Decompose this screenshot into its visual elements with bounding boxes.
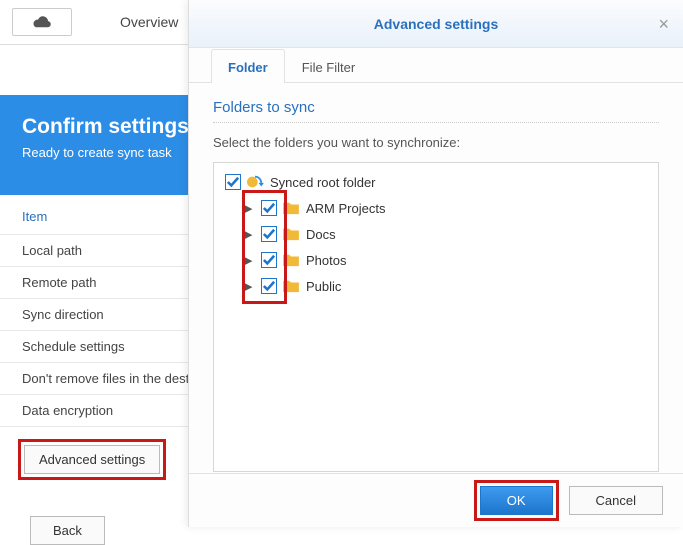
section-title: Folders to sync: [213, 99, 659, 123]
ok-button[interactable]: OK: [480, 486, 553, 515]
tab-file-filter[interactable]: File Filter: [285, 49, 372, 83]
tab-folder[interactable]: Folder: [211, 49, 285, 83]
tree-child-label: ARM Projects: [306, 201, 385, 216]
close-icon[interactable]: ×: [658, 14, 669, 35]
modal-footer: OK Cancel: [189, 473, 683, 527]
tree-child-row[interactable]: ▶ ARM Projects: [218, 195, 654, 221]
checkbox-root[interactable]: [225, 174, 241, 190]
expand-icon[interactable]: ▶: [244, 202, 256, 215]
checkbox[interactable]: [261, 200, 277, 216]
folder-icon: [282, 227, 300, 241]
modal-body: Folders to sync Select the folders you w…: [189, 83, 683, 473]
folder-icon: [282, 279, 300, 293]
expand-icon[interactable]: ▶: [244, 228, 256, 241]
tree-child-row[interactable]: ▶ Docs: [218, 221, 654, 247]
tree-child-row[interactable]: ▶ Public: [218, 273, 654, 299]
expand-icon[interactable]: ▶: [244, 280, 256, 293]
back-button[interactable]: Back: [30, 516, 105, 545]
tree-child-label: Photos: [306, 253, 346, 268]
advanced-highlight: Advanced settings: [18, 439, 166, 480]
modal-tabs: Folder File Filter: [189, 48, 683, 83]
section-hint: Select the folders you want to synchroni…: [213, 135, 659, 150]
tree-child-label: Docs: [306, 227, 336, 242]
cloud-button[interactable]: [12, 8, 72, 36]
cloud-icon: [31, 15, 53, 29]
modal-title: Advanced settings: [374, 16, 498, 32]
folder-tree: Synced root folder ▶ ARM Projects ▶ Docs…: [213, 162, 659, 472]
folder-icon: [282, 253, 300, 267]
ok-highlight: OK: [474, 480, 559, 521]
tree-child-row[interactable]: ▶ Photos: [218, 247, 654, 273]
advanced-settings-modal: Advanced settings × Folder File Filter F…: [188, 0, 683, 527]
advanced-settings-button[interactable]: Advanced settings: [24, 445, 160, 474]
expand-icon[interactable]: ▶: [244, 254, 256, 267]
checkbox[interactable]: [261, 226, 277, 242]
folder-icon: [282, 201, 300, 215]
modal-header: Advanced settings ×: [189, 0, 683, 48]
tree-child-label: Public: [306, 279, 341, 294]
tree-root-label: Synced root folder: [270, 175, 376, 190]
sync-folder-icon: [246, 174, 264, 190]
tree-root-row[interactable]: Synced root folder: [218, 169, 654, 195]
tab-overview[interactable]: Overview: [120, 14, 178, 30]
checkbox[interactable]: [261, 278, 277, 294]
checkbox[interactable]: [261, 252, 277, 268]
cancel-button[interactable]: Cancel: [569, 486, 663, 515]
